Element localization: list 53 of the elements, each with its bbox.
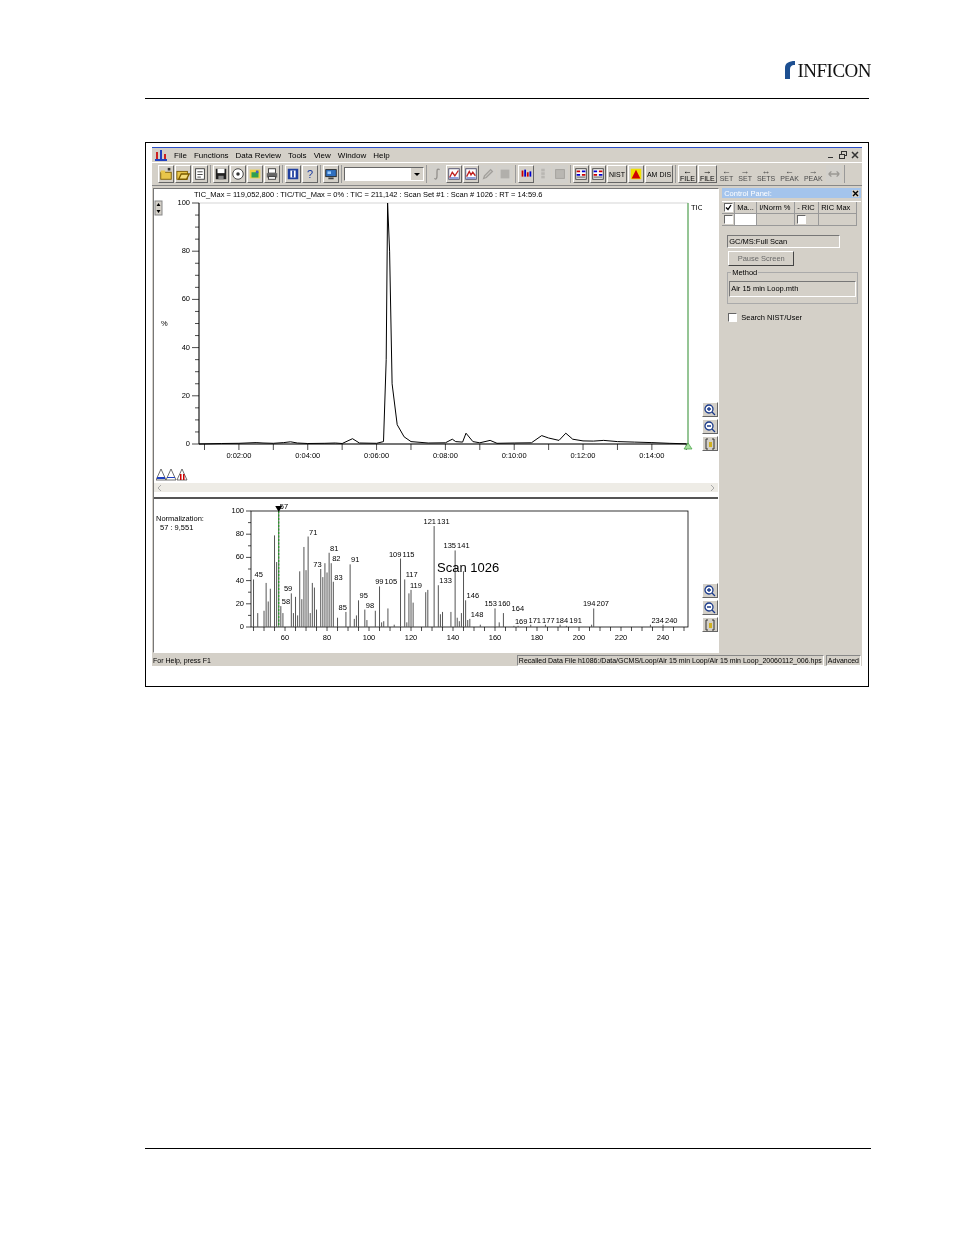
app-icon xyxy=(155,149,167,161)
monitor-icon[interactable] xyxy=(323,165,339,183)
reel-icon[interactable] xyxy=(230,165,246,183)
checkbox[interactable] xyxy=(724,215,734,224)
peak-marker-icon[interactable] xyxy=(156,469,188,481)
menu-item[interactable]: Data Review xyxy=(235,150,281,160)
logo-mark-icon xyxy=(782,60,797,80)
table-cell[interactable] xyxy=(757,214,796,226)
arrow-glyph: ← xyxy=(785,166,795,175)
toolbar-button[interactable]: ? xyxy=(302,165,318,183)
arrow-glyph: → xyxy=(808,166,818,175)
dropdown-field[interactable] xyxy=(344,167,424,181)
table-cell[interactable] xyxy=(735,214,758,226)
grid-icon[interactable] xyxy=(573,165,589,183)
zoom-in-icon[interactable] xyxy=(702,402,718,417)
bars-icon[interactable] xyxy=(518,165,534,183)
warning-icon[interactable] xyxy=(627,165,644,183)
arrow-glyph: ← xyxy=(682,166,692,175)
close-icon[interactable] xyxy=(852,189,859,197)
menu-item[interactable]: Functions xyxy=(193,150,229,160)
menu-item[interactable]: Help xyxy=(373,150,390,160)
checkbox[interactable] xyxy=(728,313,738,322)
book-icon[interactable] xyxy=(285,165,301,183)
arrow-glyph: → xyxy=(702,166,712,175)
chart-icon[interactable] xyxy=(463,165,479,183)
table-cell[interactable] xyxy=(819,214,858,226)
arrow-glyph: → xyxy=(740,166,750,175)
floppy-icon[interactable] xyxy=(213,165,229,183)
series-label: Scan 1026 xyxy=(437,560,500,575)
grid-icon[interactable] xyxy=(590,165,606,183)
zoom-out-icon[interactable] xyxy=(702,600,718,615)
image-icon[interactable] xyxy=(247,165,263,183)
menu-item[interactable]: View xyxy=(313,150,331,160)
arrow-glyph: ← xyxy=(722,166,731,175)
company-logo-text: INFICON xyxy=(797,61,871,80)
arrow-glyph: ↔ xyxy=(761,166,771,175)
menu-item[interactable]: Tools xyxy=(287,150,307,160)
folder-icon[interactable] xyxy=(175,165,191,183)
zoom-out-icon[interactable] xyxy=(702,419,718,434)
checkbox[interactable] xyxy=(797,215,807,224)
checkbox[interactable] xyxy=(724,203,734,212)
menu-item[interactable]: File xyxy=(174,150,187,160)
restore-icon[interactable] xyxy=(839,151,847,159)
menu-item[interactable]: Window xyxy=(337,150,367,160)
document-icon[interactable] xyxy=(192,165,208,183)
close-icon[interactable] xyxy=(851,151,859,159)
scale-icon[interactable] xyxy=(702,617,718,632)
printer-icon[interactable] xyxy=(264,165,280,183)
scale-icon[interactable] xyxy=(702,436,718,451)
chart-icon[interactable] xyxy=(446,165,462,183)
spin-icon[interactable] xyxy=(154,200,163,216)
zoom-in-icon[interactable] xyxy=(702,583,718,598)
folder-icon[interactable] xyxy=(158,165,174,183)
